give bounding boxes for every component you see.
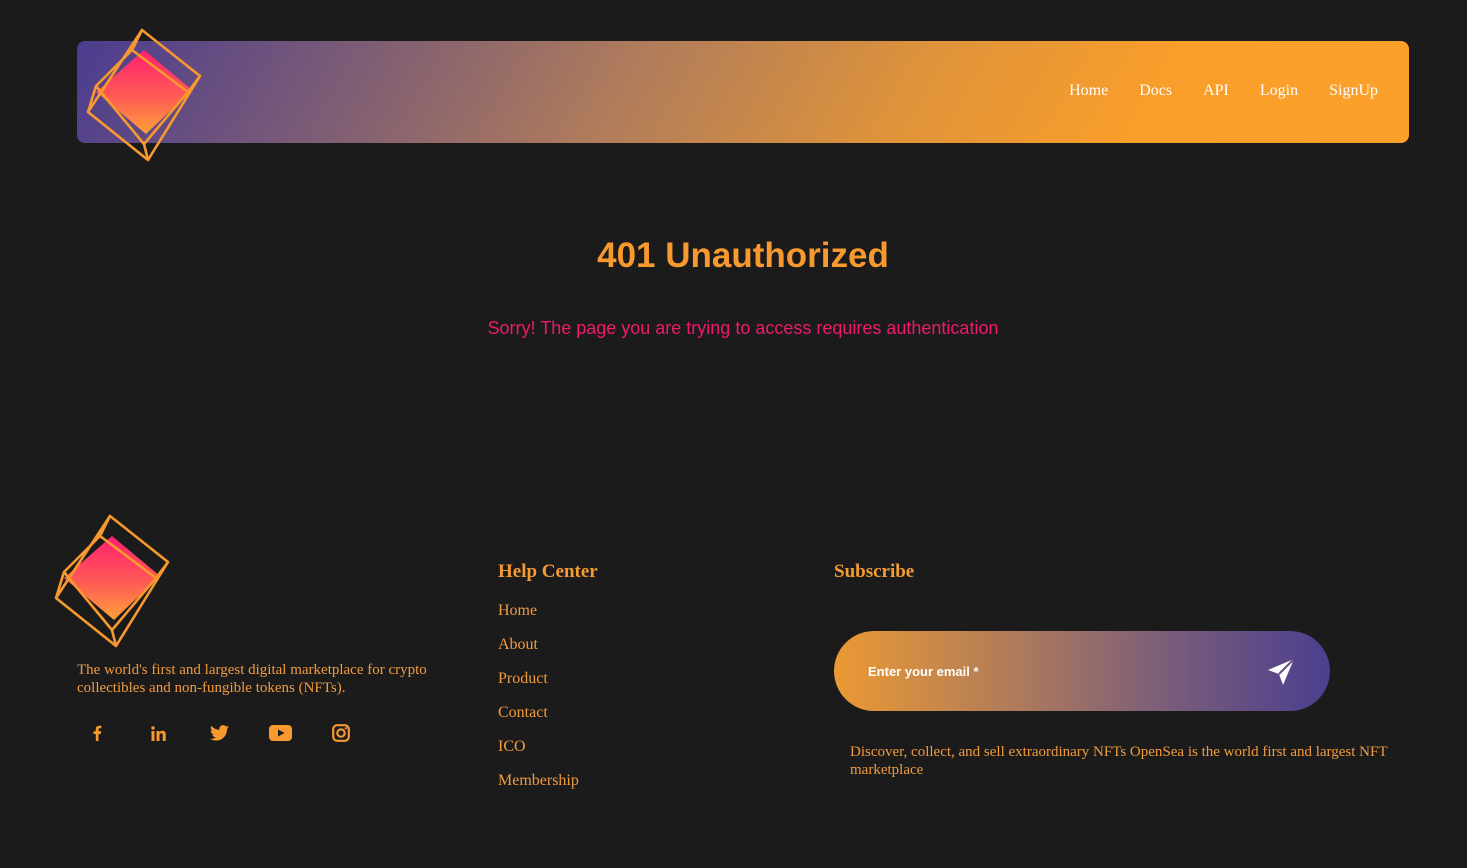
help-center-links: Home About Product Contact ICO Membershi…: [498, 601, 579, 805]
facebook-icon[interactable]: [77, 718, 117, 748]
help-link-contact[interactable]: Contact: [498, 703, 579, 737]
instagram-icon[interactable]: [321, 718, 361, 748]
email-input[interactable]: [868, 660, 1248, 682]
send-button[interactable]: [1264, 655, 1298, 689]
help-center-title: Help Center: [498, 561, 598, 582]
send-icon: [1268, 658, 1295, 685]
nav-login-link[interactable]: Login: [1260, 82, 1298, 100]
subscribe-form: [834, 631, 1330, 711]
social-links: [77, 718, 382, 748]
help-link-product[interactable]: Product: [498, 669, 579, 703]
help-link-home[interactable]: Home: [498, 601, 579, 635]
main-nav: Home Docs API Login SignUp: [1069, 82, 1378, 100]
help-link-membership[interactable]: Membership: [498, 771, 579, 805]
nav-home-link[interactable]: Home: [1069, 82, 1108, 100]
subscribe-title: Subscribe: [834, 561, 915, 582]
twitter-icon[interactable]: [199, 718, 239, 748]
nav-docs-link[interactable]: Docs: [1139, 82, 1172, 100]
linkedin-icon[interactable]: [138, 718, 178, 748]
logo-cube-icon[interactable]: [84, 28, 206, 164]
footer-about-text: The world's first and largest digital ma…: [77, 662, 427, 696]
youtube-icon[interactable]: [260, 718, 300, 748]
nav-api-link[interactable]: API: [1203, 82, 1229, 100]
footer-logo-cube-icon[interactable]: [52, 514, 174, 650]
help-link-about[interactable]: About: [498, 635, 579, 669]
error-title: 401 Unauthorized: [597, 236, 889, 275]
help-link-ico[interactable]: ICO: [498, 737, 579, 771]
error-message: Sorry! The page you are trying to access…: [487, 318, 999, 338]
subscribe-note: Discover, collect, and sell extraordinar…: [850, 744, 1388, 778]
nav-signup-link[interactable]: SignUp: [1329, 82, 1378, 100]
